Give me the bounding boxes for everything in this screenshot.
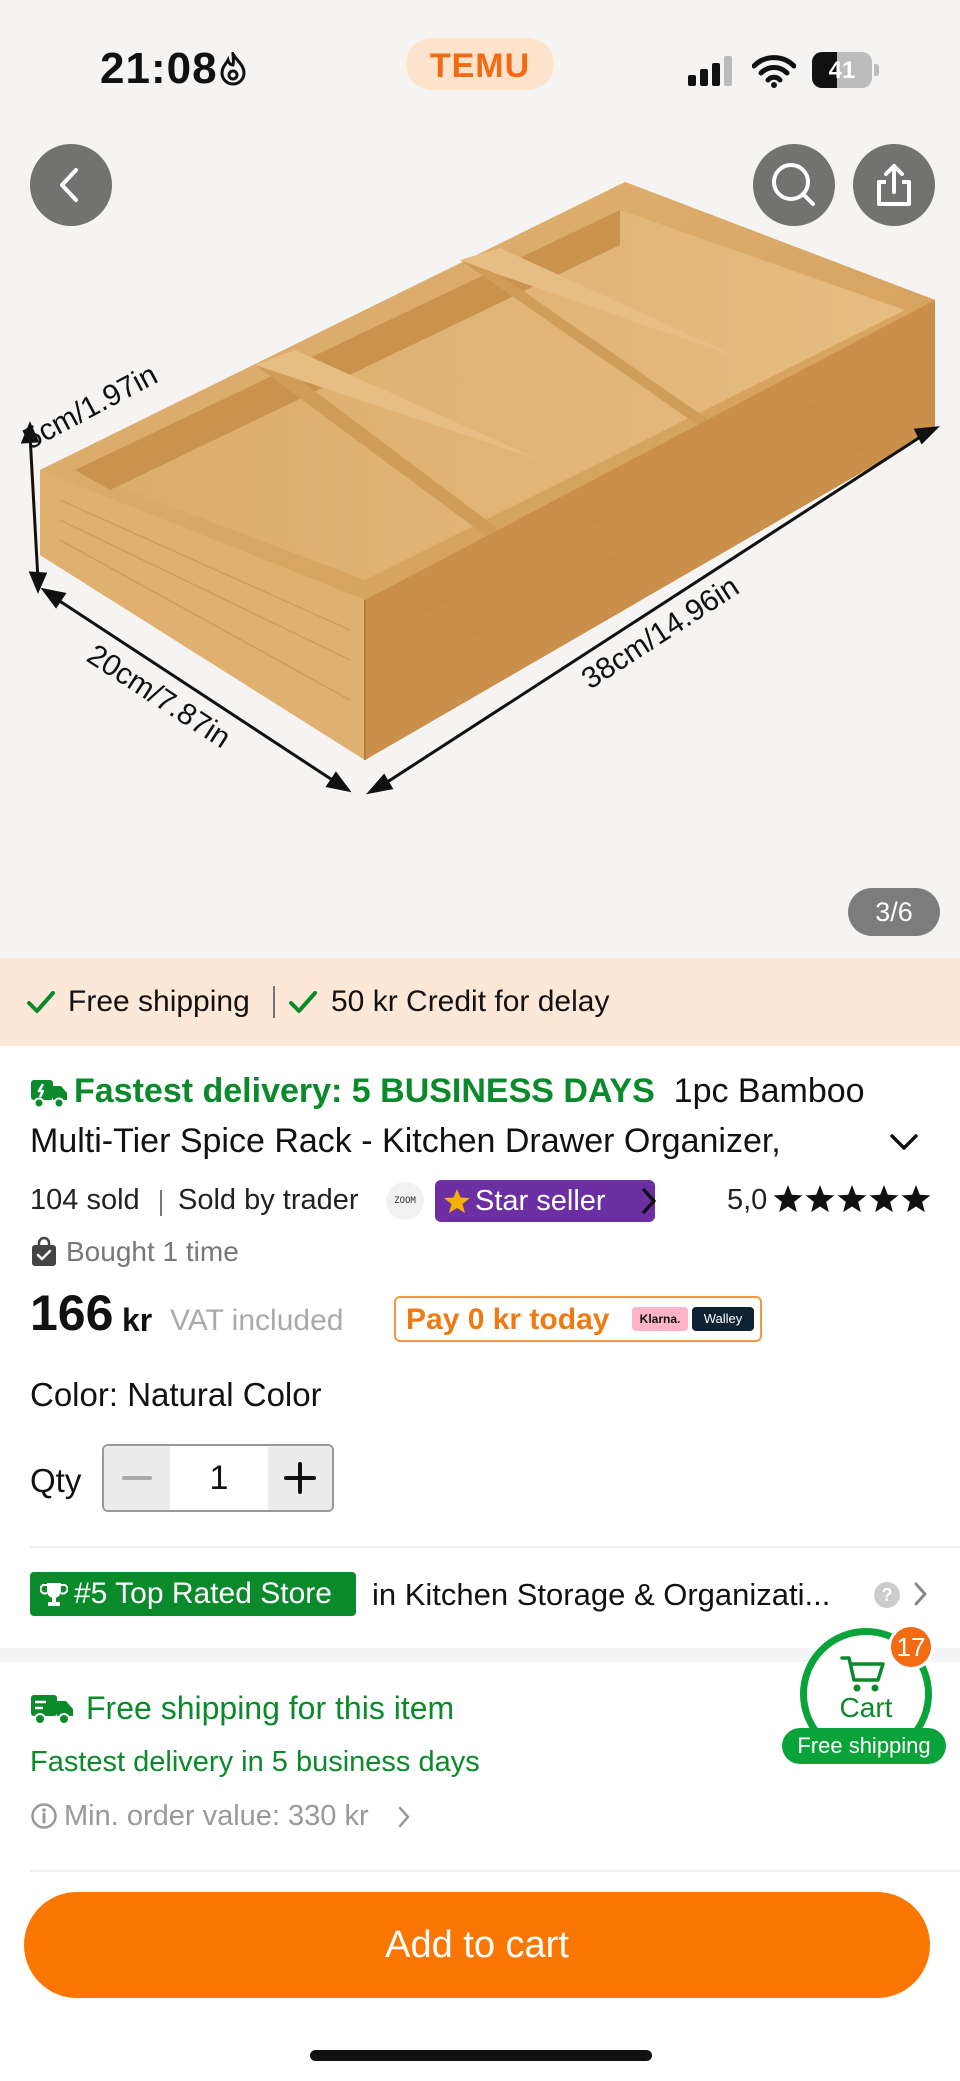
top-rated-store-text: #5 Top Rated Store xyxy=(74,1577,332,1610)
cart-count-badge: 17 xyxy=(888,1624,934,1670)
rating-value: 5,0 xyxy=(727,1184,768,1216)
gallery-page-indicator: 3/6 xyxy=(848,888,940,936)
ranking-category: in Kitchen Storage & Organizati... xyxy=(372,1577,831,1612)
flame-icon xyxy=(220,52,246,86)
chevron-down-icon[interactable] xyxy=(888,1130,920,1154)
check-icon xyxy=(27,991,55,1013)
plus-icon xyxy=(284,1462,316,1494)
divider xyxy=(30,1870,960,1872)
info-icon xyxy=(31,1803,57,1829)
shopping-cart-icon xyxy=(840,1656,885,1692)
pay-later-banner[interactable]: Pay 0 kr today Klarna. Walley xyxy=(394,1296,762,1342)
home-indicator xyxy=(310,2050,652,2061)
rating-star-icon xyxy=(805,1185,835,1213)
sold-separator xyxy=(160,1190,162,1216)
store-ranking-row[interactable]: #5 Top Rated Store in Kitchen Storage & … xyxy=(30,1572,940,1616)
share-icon xyxy=(877,164,911,206)
back-button[interactable] xyxy=(30,144,112,226)
cart-free-shipping-pill: Free shipping xyxy=(782,1728,946,1764)
banner-divider xyxy=(273,986,275,1018)
cart-label: Cart xyxy=(839,1692,893,1723)
chevron-left-icon xyxy=(60,168,78,202)
vat-note: VAT included xyxy=(170,1304,344,1337)
min-order-value: Min. order value: 330 kr xyxy=(64,1800,369,1832)
shipping-benefits-banner[interactable]: Free shipping 50 kr Credit for delay xyxy=(0,958,960,1046)
chevron-right-icon[interactable] xyxy=(912,1580,930,1608)
quantity-label: Qty xyxy=(30,1462,82,1499)
star-seller-label: Star seller xyxy=(475,1185,606,1217)
shopping-bag-check-icon xyxy=(32,1236,56,1266)
fastest-delivery-text: Fastest delivery: 5 BUSINESS DAYS xyxy=(74,1072,655,1110)
check-icon xyxy=(289,991,317,1013)
delay-credit-text: 50 kr Credit for delay xyxy=(331,985,610,1018)
status-bar: 21:08 TEMU 41 xyxy=(0,0,960,130)
price-value: 166 xyxy=(30,1285,114,1341)
wifi-icon xyxy=(752,55,796,88)
fastest-delivery-info: Fastest delivery in 5 business days xyxy=(30,1746,480,1778)
rating-star-icon xyxy=(773,1185,803,1213)
quantity-value[interactable]: 1 xyxy=(170,1446,268,1510)
share-button[interactable] xyxy=(853,144,935,226)
status-time: 21:08 xyxy=(100,44,218,93)
top-rated-store-badge: #5 Top Rated Store xyxy=(30,1572,356,1616)
product-title-start: 1pc Bamboo xyxy=(673,1072,865,1110)
search-button[interactable] xyxy=(753,144,835,226)
quantity-stepper[interactable]: 1 xyxy=(102,1444,334,1512)
search-icon xyxy=(772,163,815,206)
pay-later-text: Pay 0 kr today xyxy=(406,1303,610,1336)
walley-logo: Walley xyxy=(692,1307,754,1331)
rating-star-icon xyxy=(837,1185,867,1213)
chevron-right-icon[interactable] xyxy=(638,1184,660,1218)
temu-logo-pill: TEMU xyxy=(406,38,554,90)
price-currency: kr xyxy=(122,1302,153,1338)
color-selection[interactable]: Color: Natural Color xyxy=(30,1376,322,1414)
battery-body: 41 xyxy=(812,52,872,88)
product-title-line1[interactable]: Fastest delivery: 5 BUSINESS DAYS 1pc Ba… xyxy=(30,1072,865,1111)
chevron-right-icon[interactable] xyxy=(396,1804,412,1830)
increase-quantity-button[interactable] xyxy=(268,1446,332,1510)
minus-icon xyxy=(122,1476,152,1480)
klarna-logo: Klarna. xyxy=(632,1307,688,1331)
product-gallery[interactable]: 21:08 TEMU 41 5cm/1.97in 20cm/7.87in 38c… xyxy=(0,0,960,958)
rating-star-icon xyxy=(901,1185,931,1213)
store-logo[interactable]: ZOOM xyxy=(386,1182,424,1220)
rating-stars xyxy=(773,1185,931,1213)
sold-by-text[interactable]: Sold by trader xyxy=(178,1184,359,1217)
floating-cart-button[interactable]: Cart 17 Free shipping xyxy=(782,1624,946,1764)
add-to-cart-button[interactable]: Add to cart xyxy=(24,1892,930,1998)
free-shipping-text: Free shipping xyxy=(68,985,250,1018)
battery-indicator: 41 xyxy=(812,52,879,88)
product-title-line2[interactable]: Multi-Tier Spice Rack - Kitchen Drawer O… xyxy=(30,1122,781,1161)
bought-count: Bought 1 time xyxy=(66,1236,239,1267)
rating-star-icon xyxy=(869,1185,899,1213)
help-icon[interactable]: ? xyxy=(874,1582,900,1608)
star-icon xyxy=(444,1189,470,1213)
battery-level: 41 xyxy=(828,57,856,84)
temu-logo-text: TEMU xyxy=(429,47,531,85)
star-seller-badge[interactable]: Star seller xyxy=(435,1180,655,1222)
divider xyxy=(30,1546,960,1548)
decrease-quantity-button[interactable] xyxy=(104,1446,170,1510)
sold-count: 104 sold xyxy=(30,1184,140,1216)
cellular-signal-icon xyxy=(688,56,732,86)
trophy-icon xyxy=(40,1583,68,1606)
truck-icon xyxy=(31,1695,73,1725)
product-image-bamboo-organizer: 5cm/1.97in 20cm/7.87in 38cm/14.96in xyxy=(18,182,941,795)
battery-cap xyxy=(874,64,879,76)
free-shipping-title: Free shipping for this item xyxy=(86,1690,455,1726)
